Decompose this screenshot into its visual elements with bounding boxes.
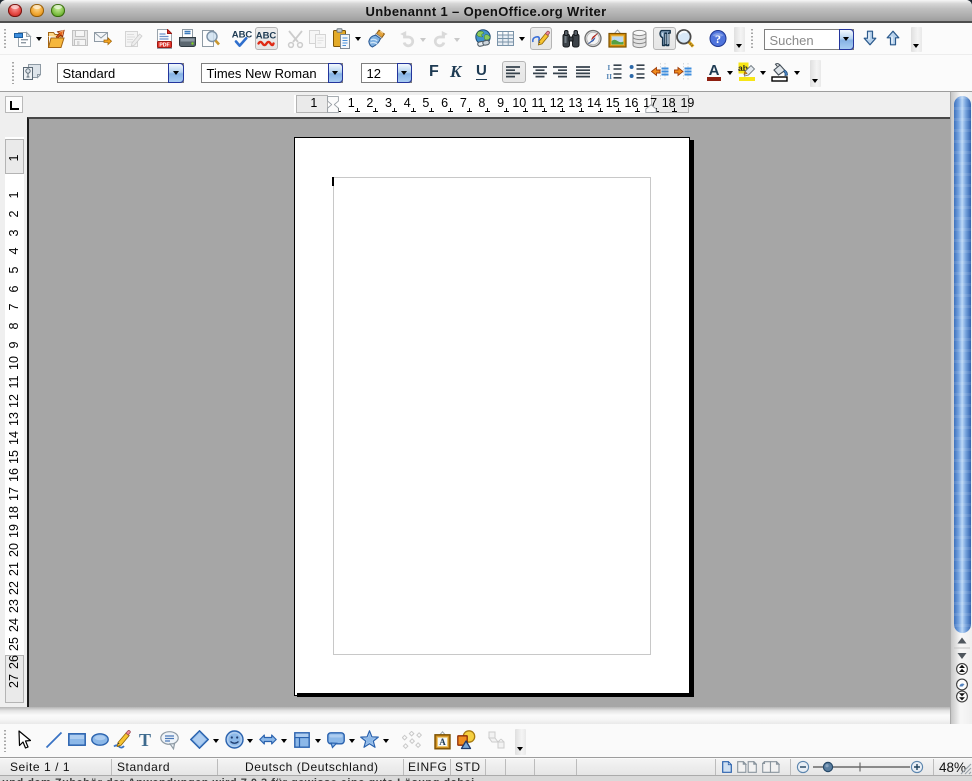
svg-text:ABC: ABC [232,30,253,41]
svg-text:?: ? [715,32,721,46]
svg-text:A: A [439,737,446,747]
svg-text:ABC: ABC [256,31,276,42]
svg-text:PDF: PDF [159,42,169,48]
svg-text:A: A [709,62,720,79]
svg-text:I: I [607,63,610,72]
svg-text:II: II [606,72,612,80]
